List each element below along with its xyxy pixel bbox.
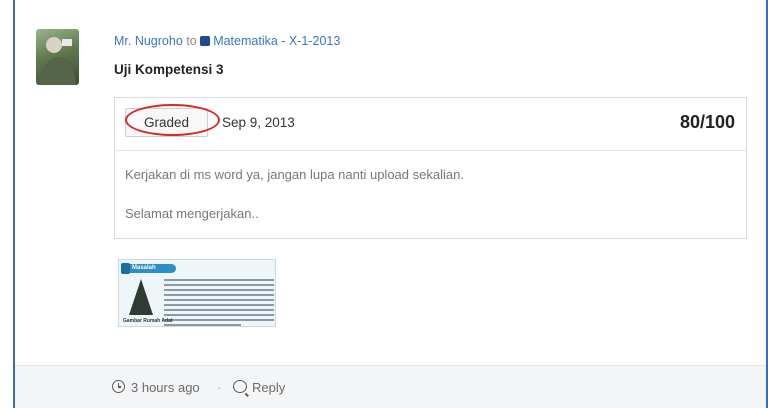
avatar-photo bbox=[40, 37, 76, 85]
post-frame: Mr. Nugroho to Matematika - X-1-2013 Uji… bbox=[13, 0, 768, 408]
post-meta: Mr. Nugroho to Matematika - X-1-2013 bbox=[114, 34, 340, 48]
attachment-caption: Gambar Rumah Adat bbox=[123, 318, 173, 324]
highlight-annotation bbox=[125, 104, 220, 136]
grade-header: Graded Sep 9, 2013 80/100 bbox=[115, 98, 746, 151]
reply-link[interactable]: Reply bbox=[252, 380, 285, 395]
post-title: Uji Kompetensi 3 bbox=[114, 62, 224, 77]
grade-score: 80/100 bbox=[679, 112, 735, 132]
post-time[interactable]: 3 hours ago bbox=[131, 380, 200, 395]
attachment-tag-label: Masalah bbox=[132, 265, 156, 271]
author-link[interactable]: Mr. Nugroho bbox=[114, 34, 183, 48]
footer-separator: · bbox=[217, 380, 222, 395]
grade-card: Graded Sep 9, 2013 80/100 Kerjakan di ms… bbox=[114, 97, 747, 239]
post-footer: 3 hours ago · Reply bbox=[15, 365, 766, 408]
group-link[interactable]: Matematika - X-1-2013 bbox=[213, 34, 340, 48]
to-label: to bbox=[186, 34, 197, 48]
group-square-icon bbox=[200, 36, 211, 46]
clock-icon bbox=[112, 380, 125, 393]
post-card: Mr. Nugroho to Matematika - X-1-2013 Uji… bbox=[15, 0, 766, 366]
attachment-thumbnail[interactable]: Masalah Gambar Rumah Adat bbox=[118, 259, 276, 327]
comment-bubble-icon[interactable] bbox=[233, 380, 247, 393]
message-line: Kerjakan di ms word ya, jangan lupa nant… bbox=[125, 167, 464, 182]
attachment-text-lines bbox=[164, 276, 274, 326]
house-image bbox=[129, 279, 153, 315]
attachment-tag: Masalah bbox=[121, 263, 176, 274]
message-line: Selamat mengerjakan.. bbox=[125, 206, 259, 221]
grade-date: Sep 9, 2013 bbox=[222, 115, 295, 130]
avatar[interactable] bbox=[36, 29, 79, 85]
grade-message: Kerjakan di ms word ya, jangan lupa nant… bbox=[115, 151, 746, 223]
